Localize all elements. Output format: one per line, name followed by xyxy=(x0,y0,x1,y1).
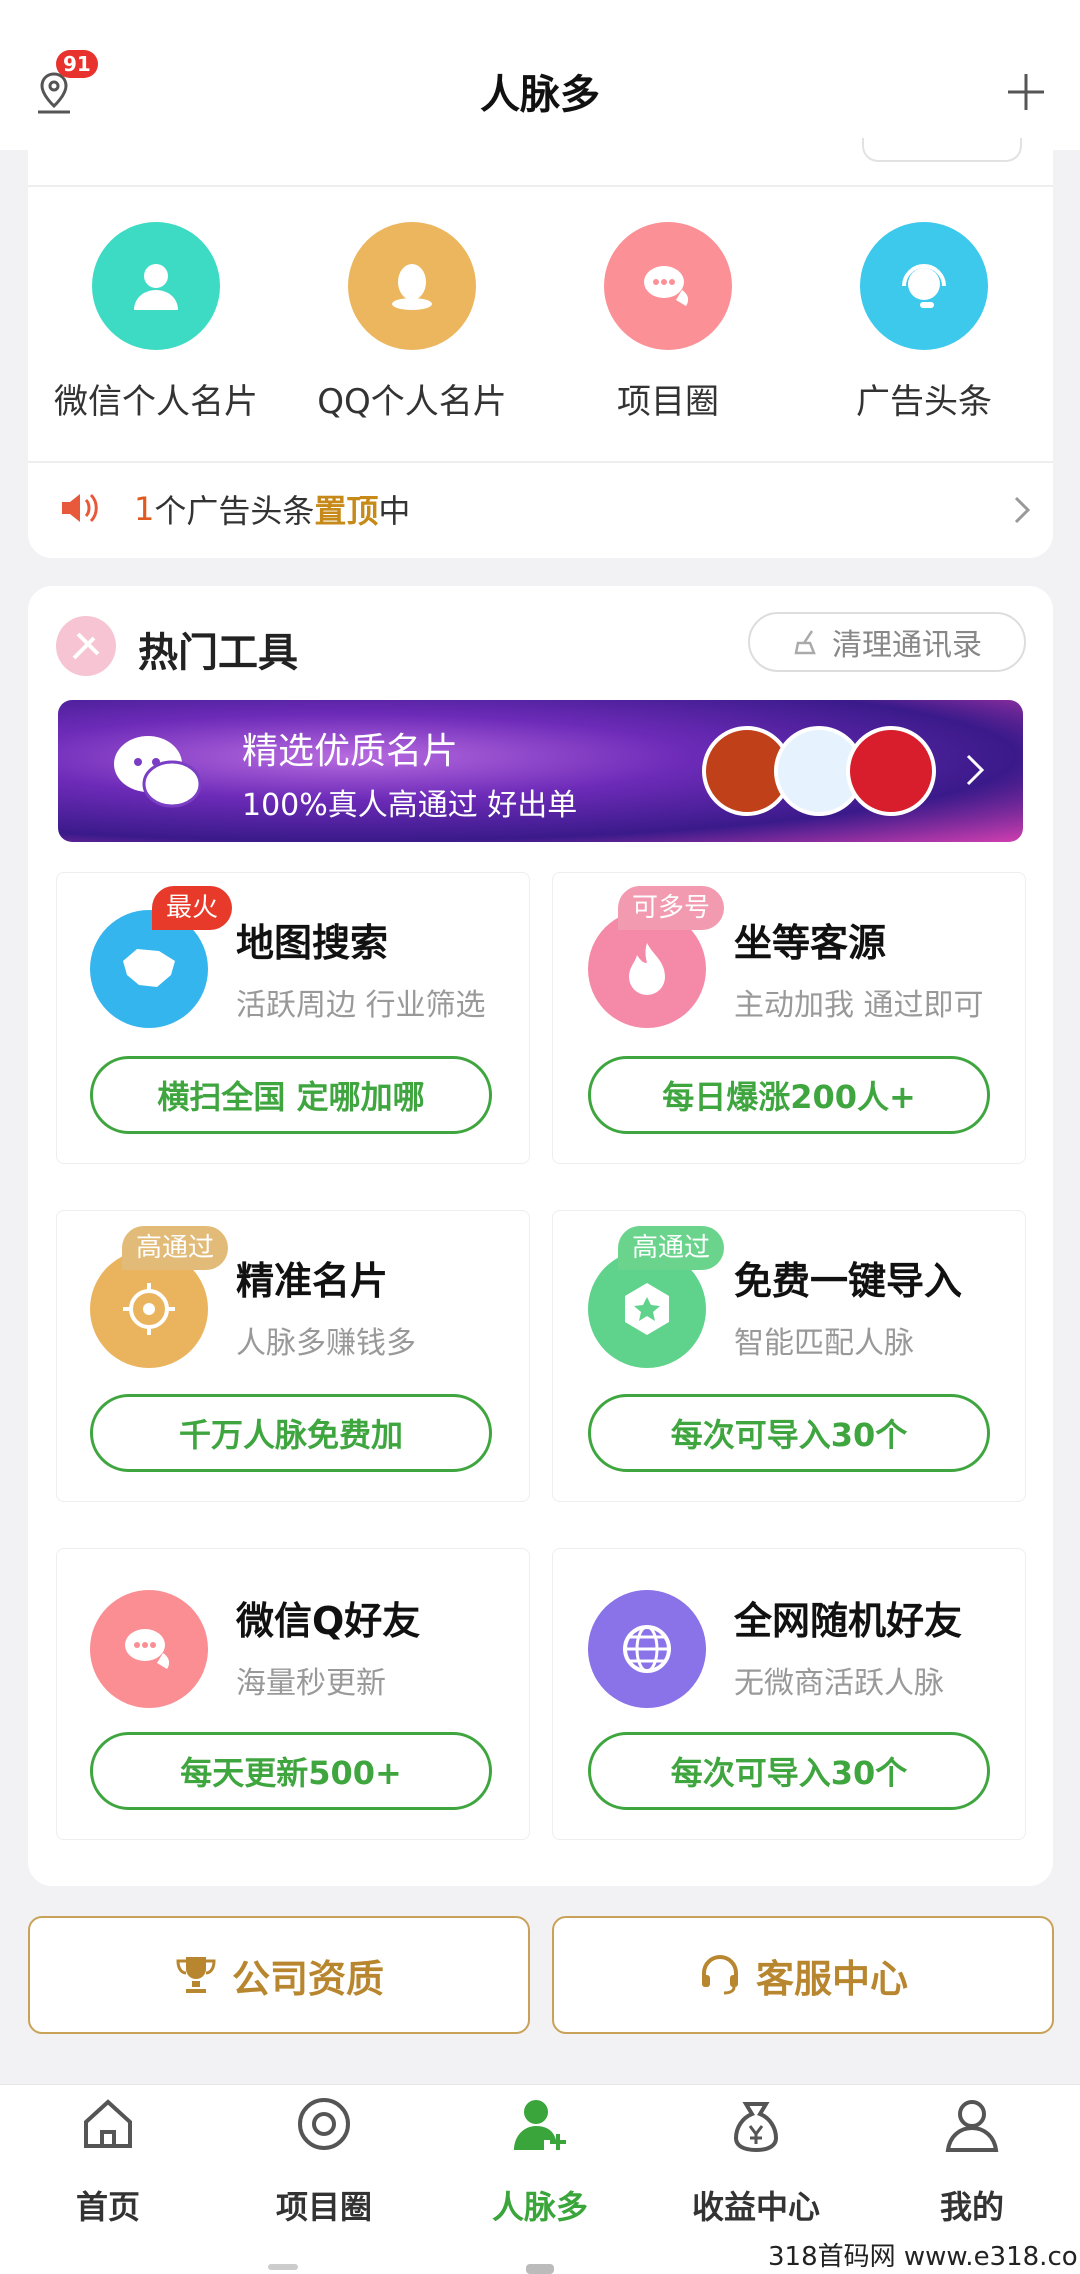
trophy-icon xyxy=(176,1957,216,1993)
headset-icon xyxy=(860,222,988,350)
tool-subtitle: 人脉多赚钱多 xyxy=(236,1326,416,1361)
clean-contacts-label: 清理通讯录 xyxy=(832,628,982,663)
banner-subline: 100%真人高通过 好出单 xyxy=(242,788,578,823)
nav-handle xyxy=(268,2264,298,2270)
tag-badge: 可多号 xyxy=(618,886,725,930)
tab-label: 首页 xyxy=(75,2188,140,2226)
tag-badge: 高通过 xyxy=(618,1226,725,1270)
tab-earnings-center[interactable]: 收益中心 xyxy=(648,2094,864,2228)
chat-bubbles-icon xyxy=(604,222,732,350)
notice-count: 1 xyxy=(134,490,155,528)
shortcut-label: 微信个人名片 xyxy=(54,382,258,422)
gear-circle-icon xyxy=(298,2098,350,2150)
money-bag-icon xyxy=(733,2102,779,2153)
notice-text: 个广告头条 xyxy=(154,492,315,530)
tag-badge: 高通过 xyxy=(122,1226,229,1270)
tool-action-button[interactable]: 每次可导入30个 xyxy=(588,1394,990,1472)
customer-service-label: 客服中心 xyxy=(755,1956,908,2001)
speaker-icon xyxy=(62,493,98,523)
page-title: 人脉多 xyxy=(480,72,600,118)
nav-handle xyxy=(526,2264,554,2274)
tool-title: 微信Q好友 xyxy=(236,1599,421,1643)
headset-icon xyxy=(701,1955,738,1995)
tool-subtitle: 主动加我 通过即可 xyxy=(734,988,984,1023)
tool-subtitle: 海量秒更新 xyxy=(236,1666,386,1701)
tool-subtitle: 无微商活跃人脉 xyxy=(734,1666,944,1701)
add-person-icon xyxy=(514,2100,566,2150)
shortcut-wechat-card[interactable]: 微信个人名片 xyxy=(28,222,284,423)
chevron-right-icon xyxy=(966,754,985,786)
tool-action-button[interactable]: 每天更新500+ xyxy=(90,1732,492,1810)
plus-icon[interactable] xyxy=(1006,72,1046,112)
tab-me[interactable]: 我的 xyxy=(864,2094,1080,2228)
banner-avatar xyxy=(846,726,936,816)
tab-label: 我的 xyxy=(939,2188,1004,2226)
person-icon xyxy=(92,222,220,350)
section-title: 热门工具 xyxy=(138,630,298,676)
watermark: 318首码网 www.e318.com xyxy=(768,2242,1080,2272)
home-icon xyxy=(84,2099,132,2148)
clean-contacts-button[interactable]: 清理通讯录 xyxy=(748,612,1026,672)
tool-title: 精准名片 xyxy=(236,1259,389,1303)
tool-action-button[interactable]: 每次可导入30个 xyxy=(588,1732,990,1810)
customer-service-button[interactable]: 客服中心 xyxy=(552,1916,1054,2034)
shortcut-ad-headlines[interactable]: 广告头条 xyxy=(796,222,1052,423)
shortcut-label: 广告头条 xyxy=(856,382,992,422)
shortcut-label: 项目圈 xyxy=(617,382,719,422)
chat-bubbles-icon xyxy=(90,1590,208,1708)
notice-text-end: 中 xyxy=(378,492,411,530)
notice-highlight: 置顶 xyxy=(314,492,379,530)
shortcut-label: QQ个人名片 xyxy=(317,382,507,422)
wechat-bubbles-icon xyxy=(114,736,202,808)
tool-title: 地图搜索 xyxy=(236,921,389,965)
divider xyxy=(28,461,1053,463)
tool-subtitle: 活跃周边 行业筛选 xyxy=(236,988,486,1023)
tool-action-button[interactable]: 每日爆涨200人+ xyxy=(588,1056,990,1134)
broom-icon xyxy=(794,630,816,655)
user-icon xyxy=(945,2100,999,2152)
qq-penguin-icon xyxy=(348,222,476,350)
chevron-right-icon[interactable] xyxy=(1010,494,1034,526)
tool-action-button[interactable]: 千万人脉免费加 xyxy=(90,1394,492,1472)
tab-contacts[interactable]: 人脉多 xyxy=(432,2094,648,2228)
tab-label: 人脉多 xyxy=(491,2188,588,2226)
tab-label: 项目圈 xyxy=(275,2188,372,2226)
tag-badge: 最火 xyxy=(152,886,233,930)
cropped-pill xyxy=(862,138,1022,162)
tool-title: 免费一键导入 xyxy=(734,1259,963,1303)
tool-title: 全网随机好友 xyxy=(734,1599,963,1643)
tab-project-circle[interactable]: 项目圈 xyxy=(216,2094,432,2228)
tool-action-button[interactable]: 横扫全国 定哪加哪 xyxy=(90,1056,492,1134)
tool-subtitle: 智能匹配人脉 xyxy=(734,1326,914,1361)
ad-notice[interactable]: 1 个广告头条 置顶 中 xyxy=(134,484,1080,534)
banner-headline: 精选优质名片 xyxy=(242,731,459,772)
globe-icon xyxy=(588,1590,706,1708)
tools-icon xyxy=(56,616,116,676)
shortcut-project-circle[interactable]: 项目圈 xyxy=(540,222,796,423)
tool-title: 坐等客源 xyxy=(734,921,887,965)
company-qualification-button[interactable]: 公司资质 xyxy=(28,1916,530,2034)
tab-home[interactable]: 首页 xyxy=(0,2094,216,2228)
company-qualification-label: 公司资质 xyxy=(231,1956,384,2001)
shortcut-qq-card[interactable]: QQ个人名片 xyxy=(284,222,540,423)
divider xyxy=(28,185,1053,187)
tab-label: 收益中心 xyxy=(691,2188,820,2226)
